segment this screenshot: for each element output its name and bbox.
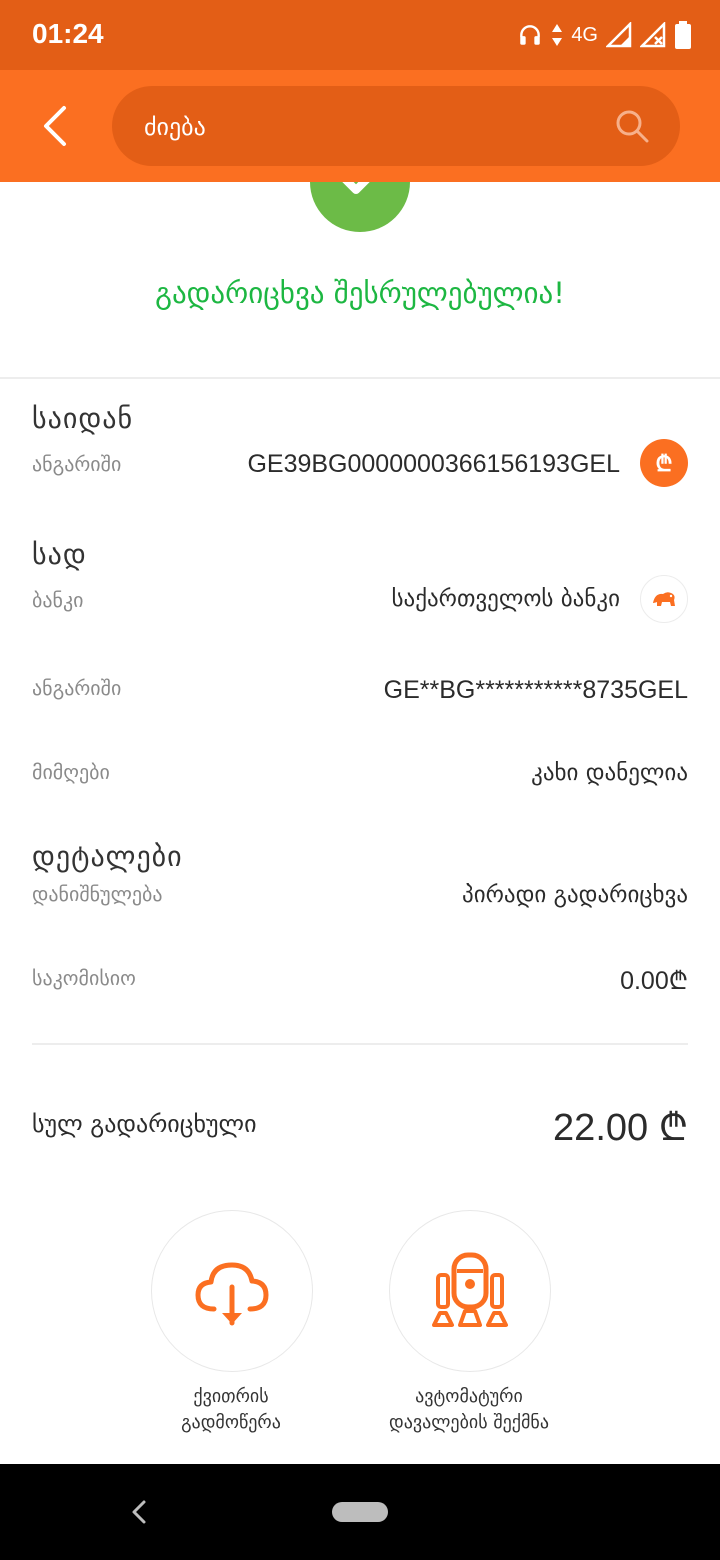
nav-back-icon[interactable] bbox=[126, 1498, 152, 1526]
chevron-left-icon bbox=[44, 106, 66, 146]
divider bbox=[32, 1043, 688, 1045]
search-input[interactable] bbox=[142, 86, 606, 168]
download-receipt-button[interactable] bbox=[151, 1210, 313, 1372]
data-arrows-icon bbox=[552, 24, 563, 46]
purpose-value: პირადი გადარიცხვა bbox=[462, 882, 688, 908]
to-bank-value: საქართველოს ბანკი bbox=[391, 586, 621, 612]
commission-value: 0.00₾ bbox=[620, 967, 688, 995]
gel-currency-icon: ₾ bbox=[640, 439, 688, 487]
purpose-label: დანიშნულება bbox=[32, 882, 163, 906]
cloud-download-icon bbox=[195, 1262, 269, 1326]
search-bar[interactable] bbox=[112, 86, 680, 168]
to-account-label: ანგარიში bbox=[32, 676, 122, 700]
search-icon[interactable] bbox=[614, 108, 650, 144]
details-section-title: დეტალები bbox=[32, 840, 183, 873]
to-section-title: სად bbox=[32, 538, 87, 571]
create-auto-task-label: ავტომატური დავალების შექმნა bbox=[389, 1386, 549, 1433]
from-account-value: GE39BG0000000366156193GEL bbox=[247, 450, 620, 478]
from-section-title: საიდან bbox=[32, 402, 134, 435]
bank-logo-icon bbox=[640, 575, 688, 623]
commission-label: საკომისიო bbox=[32, 966, 136, 990]
network-type: 4G bbox=[571, 23, 598, 46]
create-auto-task-button[interactable] bbox=[389, 1210, 551, 1372]
signal-icon bbox=[606, 22, 632, 48]
to-account-value: GE**BG***********8735GEL bbox=[383, 676, 688, 704]
status-bar: 01:24 4G bbox=[0, 0, 720, 70]
recipient-label: მიმღები bbox=[32, 760, 110, 784]
back-button[interactable] bbox=[36, 104, 80, 148]
divider bbox=[0, 377, 720, 379]
total-value: 22.00 ₾ bbox=[553, 1107, 688, 1149]
battery-icon bbox=[675, 21, 691, 49]
success-message: გადარიცხვა შესრულებულია! bbox=[155, 276, 565, 310]
nav-home-pill[interactable] bbox=[332, 1502, 388, 1522]
total-label: სულ გადარიცხული bbox=[32, 1110, 257, 1138]
from-account-label: ანგარიში bbox=[32, 452, 122, 476]
system-nav-bar bbox=[0, 1464, 720, 1560]
signal-no-service-icon bbox=[640, 22, 666, 48]
status-icons: 4G bbox=[517, 18, 692, 52]
headphones-icon bbox=[520, 25, 541, 45]
app-header bbox=[0, 70, 720, 182]
to-bank-label: ბანკი bbox=[32, 588, 84, 612]
robot-icon bbox=[432, 1252, 508, 1327]
lion-icon bbox=[653, 592, 675, 606]
status-time: 01:24 bbox=[32, 18, 104, 49]
download-receipt-label: ქვითრის გადმოწერა bbox=[181, 1386, 281, 1433]
recipient-value: კახი დანელია bbox=[531, 760, 688, 786]
